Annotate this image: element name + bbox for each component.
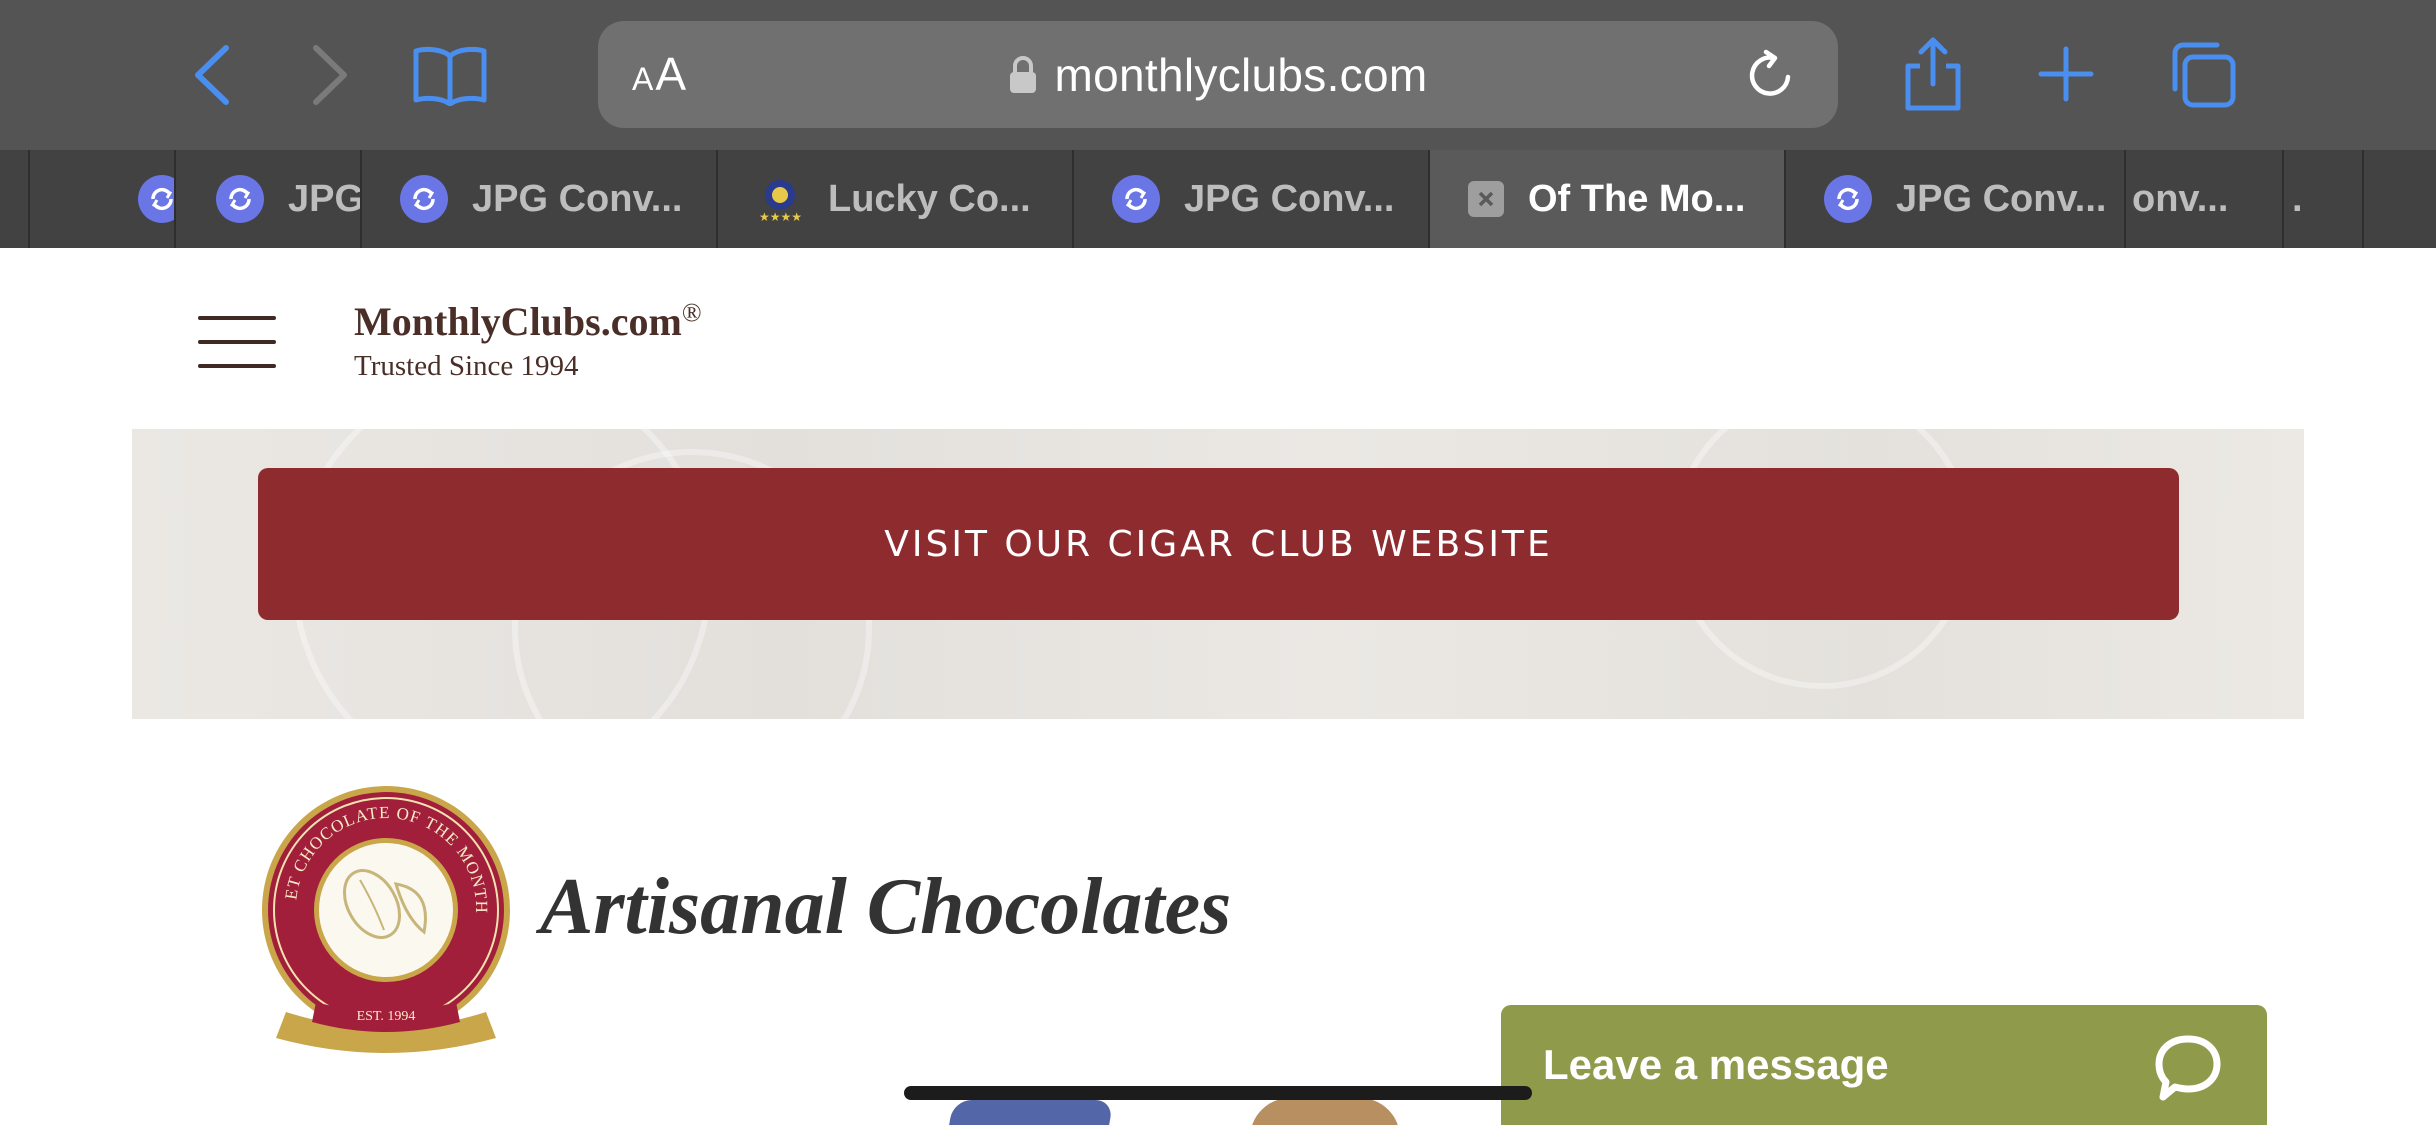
share-button[interactable]	[1900, 34, 1966, 114]
url-text: monthlyclubs.com	[1054, 48, 1428, 101]
tab-item-active[interactable]: Of The Mo...	[1430, 150, 1786, 248]
plus-icon	[2038, 46, 2094, 102]
lucky-favicon-icon: ★★★★	[759, 180, 802, 223]
new-tab-button[interactable]	[2036, 44, 2096, 104]
book-icon	[413, 46, 487, 106]
club-title: Artisanal Chocolates	[540, 863, 1232, 951]
bookmarks-button[interactable]	[410, 40, 490, 110]
reload-button[interactable]	[1744, 49, 1796, 106]
converter-favicon-icon	[216, 175, 264, 223]
browser-toolbar: AA monthlyclubs.com	[0, 0, 2436, 150]
converter-favicon-icon	[138, 175, 174, 223]
site-header: MonthlyClubs.com® Trusted Since 1994	[0, 248, 2436, 428]
home-indicator	[904, 1086, 1532, 1100]
close-tab-icon[interactable]	[1468, 181, 1504, 217]
leave-message-chat-button[interactable]: Leave a message	[1501, 1005, 2267, 1125]
converter-favicon-icon	[1112, 175, 1160, 223]
tab-item[interactable]: .	[2284, 150, 2364, 248]
tab-item[interactable]: JPG Conv...	[1786, 150, 2126, 248]
tab-item[interactable]: onv...	[2126, 150, 2284, 248]
back-button[interactable]	[188, 40, 236, 110]
tabs-icon	[2172, 42, 2236, 108]
reload-icon	[1749, 49, 1791, 96]
tab-item[interactable]: JPG Conv...	[1074, 150, 1430, 248]
tab-item[interactable]: JPG Conv...	[362, 150, 718, 248]
club-seal-logo: GOURMET CHOCOLATE OF THE MONTH CLUB EST.…	[256, 786, 510, 1053]
svg-text:EST. 1994: EST. 1994	[357, 1009, 416, 1024]
show-tabs-button[interactable]	[2166, 40, 2238, 110]
tab-bar: JPG JPG Conv... ★★★★ Lucky Co... JPG Con…	[0, 150, 2436, 248]
chevron-left-icon	[195, 45, 229, 105]
site-tagline: Trusted Since 1994	[354, 350, 579, 382]
product-image	[946, 1100, 1114, 1125]
site-logo[interactable]: MonthlyClubs.com®	[354, 298, 702, 345]
tab-item[interactable]: JPG	[176, 150, 362, 248]
chat-label: Leave a message	[1543, 1041, 1889, 1088]
tab-item[interactable]	[128, 150, 176, 248]
tab-item[interactable]: ★★★★ Lucky Co...	[718, 150, 1074, 248]
address-bar[interactable]: AA monthlyclubs.com	[598, 21, 1838, 128]
menu-button[interactable]	[198, 314, 278, 370]
share-icon	[1905, 37, 1961, 111]
converter-favicon-icon	[400, 175, 448, 223]
forward-button[interactable]	[306, 40, 354, 110]
lock-icon	[1009, 55, 1036, 93]
chat-bubble-icon	[2155, 1035, 2221, 1101]
hero-banner: VISIT OUR CIGAR CLUB WEBSITE	[132, 429, 2304, 719]
product-image	[1250, 1098, 1400, 1125]
svg-text:★★★★: ★★★★	[759, 210, 802, 223]
chevron-right-icon	[313, 45, 347, 105]
converter-favicon-icon	[1824, 175, 1872, 223]
visit-cigar-club-button[interactable]: VISIT OUR CIGAR CLUB WEBSITE	[258, 468, 2179, 620]
